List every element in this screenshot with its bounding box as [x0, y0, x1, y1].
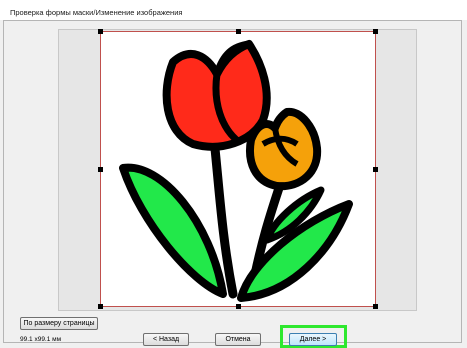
image-size-label: 99.1 x99.1 мм — [20, 336, 62, 343]
resize-handle-right[interactable] — [373, 167, 378, 172]
resize-handle-top[interactable] — [236, 29, 241, 34]
tulip-drawing-icon — [119, 40, 353, 302]
next-button[interactable]: Далее > — [289, 333, 337, 346]
resize-handle-left[interactable] — [98, 167, 103, 172]
image-frame[interactable] — [100, 31, 376, 307]
title-bar: Проверка формы маски/Изменение изображен… — [0, 0, 467, 20]
window-title: Проверка формы маски/Изменение изображен… — [10, 8, 183, 17]
resize-handle-bottom[interactable] — [236, 304, 241, 309]
cancel-button[interactable]: Отмена — [215, 333, 261, 346]
resize-handle-top-left[interactable] — [98, 29, 103, 34]
resize-handle-bottom-right[interactable] — [373, 304, 378, 309]
fit-to-page-button[interactable]: По размеру страницы — [20, 317, 98, 330]
resize-handle-bottom-left[interactable] — [98, 304, 103, 309]
back-button[interactable]: < Назад — [143, 333, 189, 346]
resize-handle-top-right[interactable] — [373, 29, 378, 34]
